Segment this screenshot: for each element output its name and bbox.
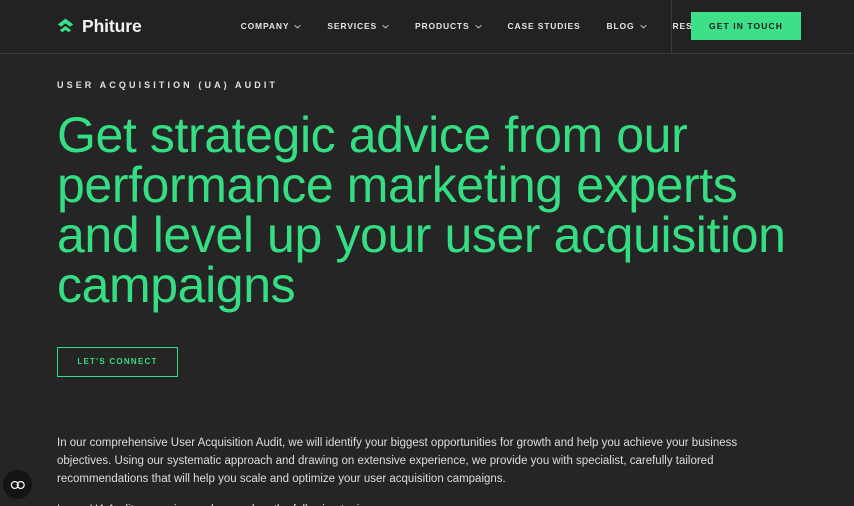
logo-wordmark: Phiture <box>82 15 142 36</box>
nav-item-label: SERVICES <box>327 21 377 32</box>
get-in-touch-button[interactable]: GET IN TOUCH <box>691 12 801 40</box>
logo-home-link[interactable]: Phiture <box>57 15 142 36</box>
nav-item-blog[interactable]: BLOG <box>607 22 647 31</box>
nav-item-products[interactable]: PRODUCTS <box>415 22 482 31</box>
nav-item-label: PRODUCTS <box>415 21 470 32</box>
header-divider <box>671 0 672 54</box>
nav-item-case-studies[interactable]: CASE STUDIES <box>508 22 581 31</box>
nav-item-services[interactable]: SERVICES <box>327 22 389 31</box>
nav-item-label: COMPANY <box>240 21 290 32</box>
hero-eyebrow: USER ACQUISITION (UA) AUDIT <box>57 80 279 90</box>
chevron-down-icon <box>474 24 482 29</box>
accessibility-widget-button[interactable] <box>3 470 32 499</box>
accessibility-glasses-icon <box>10 480 25 489</box>
get-in-touch-label: GET IN TOUCH <box>709 20 783 31</box>
chevron-down-icon <box>294 24 302 29</box>
chevron-down-icon <box>382 24 389 29</box>
hero-body-copy: In our comprehensive User Acquisition Au… <box>57 434 785 506</box>
hero-paragraph-2: In our UA Audit, we review and expand on… <box>57 501 785 506</box>
page-title: Get strategic advice from our performanc… <box>57 107 786 313</box>
nav-item-company[interactable]: COMPANY <box>241 22 302 31</box>
lets-connect-label: LET'S CONNECT <box>77 357 158 366</box>
chevron-down-icon <box>639 24 647 29</box>
site-header: Phiture COMPANY SERVICES PRODUCTS CASE S… <box>0 0 854 54</box>
hero-section: USER ACQUISITION (UA) AUDIT Get strategi… <box>0 81 854 506</box>
phiture-diamond-chevron-icon <box>57 18 74 32</box>
lets-connect-button[interactable]: LET'S CONNECT <box>57 347 178 377</box>
nav-item-label: BLOG <box>606 21 635 32</box>
nav-item-label: CASE STUDIES <box>507 21 581 32</box>
hero-paragraph-1: In our comprehensive User Acquisition Au… <box>57 437 738 485</box>
